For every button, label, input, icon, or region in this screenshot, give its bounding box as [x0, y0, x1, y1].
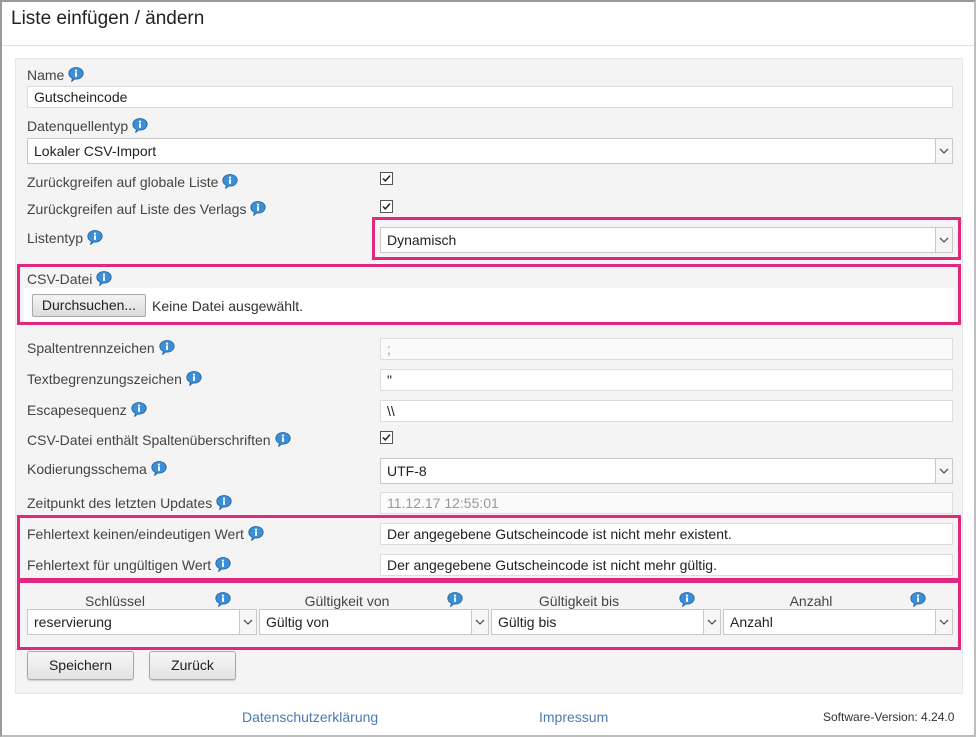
chevron-down-icon[interactable]: [471, 610, 488, 634]
back-button[interactable]: Zurück: [149, 651, 236, 680]
mapping-value-valid-from: Gültig von: [266, 614, 330, 630]
mapping-value-key: reservierung: [34, 614, 112, 630]
mapping-value-count: Anzahl: [730, 614, 773, 630]
info-bubble-icon[interactable]: [447, 592, 463, 607]
name-input[interactable]: Gutscheincode: [27, 86, 953, 108]
info-bubble-icon[interactable]: [216, 495, 232, 510]
datasource-label-row: Datenquellentyp: [27, 118, 148, 134]
text-delimiter-input[interactable]: ": [380, 369, 953, 391]
software-version: Software-Version: 4.24.0: [823, 710, 955, 724]
info-bubble-icon[interactable]: [186, 371, 202, 386]
info-bubble-icon[interactable]: [159, 340, 175, 355]
info-bubble-icon[interactable]: [274, 432, 291, 447]
info-bubble-icon[interactable]: [151, 461, 167, 476]
list-type-label: Listentyp: [27, 230, 84, 246]
error-no-unique-label-row: Fehlertext keinen/eindeutigen Wert: [27, 526, 264, 542]
mapping-header-key: Schlüssel: [85, 593, 145, 609]
mapping-select-count[interactable]: Anzahl: [723, 609, 953, 635]
name-label: Name: [27, 67, 65, 83]
info-bubble-icon[interactable]: [132, 118, 148, 133]
error-no-unique-label: Fehlertext keinen/eindeutigen Wert: [27, 526, 244, 542]
chevron-down-icon[interactable]: [935, 610, 952, 634]
mapping-header-valid-to: Gültigkeit bis: [538, 593, 620, 609]
browse-button[interactable]: Durchsuchen...: [32, 294, 146, 317]
chevron-down-icon[interactable]: [935, 228, 952, 252]
info-bubble-icon[interactable]: [248, 526, 264, 541]
list-type-label-row: Listentyp: [27, 230, 103, 246]
list-type-select[interactable]: Dynamisch: [380, 227, 953, 253]
chevron-down-icon[interactable]: [935, 459, 952, 483]
chevron-down-icon[interactable]: [703, 610, 720, 634]
fallback-global-label: Zurückgreifen auf globale Liste: [27, 174, 219, 190]
error-no-unique-input[interactable]: Der angegebene Gutscheincode ist nicht m…: [380, 523, 953, 545]
info-bubble-icon[interactable]: [215, 592, 231, 607]
info-bubble-icon[interactable]: [910, 592, 926, 607]
escape-sequence-label: Escapesequenz: [27, 402, 127, 418]
info-bubble-icon[interactable]: [679, 592, 695, 607]
last-update-label-row: Zeitpunkt des letzten Updates: [27, 495, 232, 511]
encoding-label: Kodierungsschema: [27, 461, 147, 477]
checkmark-icon: [382, 203, 391, 211]
mapping-select-key[interactable]: reservierung: [27, 609, 257, 635]
list-type-value: Dynamisch: [387, 232, 457, 248]
info-bubble-icon[interactable]: [96, 271, 112, 286]
error-invalid-label: Fehlertext für ungültigen Wert: [27, 557, 212, 573]
info-bubble-icon[interactable]: [250, 201, 267, 216]
fallback-publisher-label-row: Zurückgreifen auf Liste des Verlags: [27, 201, 267, 217]
info-bubble-icon[interactable]: [215, 557, 231, 572]
last-update-label: Zeitpunkt des letzten Updates: [27, 495, 213, 511]
save-button[interactable]: Speichern: [27, 651, 134, 680]
checkmark-icon: [382, 434, 391, 442]
info-bubble-icon[interactable]: [68, 67, 84, 82]
info-bubble-icon[interactable]: [87, 230, 103, 245]
privacy-link[interactable]: Datenschutzerklärung: [242, 709, 378, 725]
error-invalid-label-row: Fehlertext für ungültigen Wert: [27, 557, 231, 573]
csv-file-label-row: CSV-Datei: [27, 271, 112, 287]
last-update-field: 11.12.17 12:55:01: [380, 492, 953, 514]
chevron-down-icon[interactable]: [239, 610, 256, 634]
encoding-label-row: Kodierungsschema: [27, 461, 167, 477]
datasource-type-label: Datenquellentyp: [27, 118, 129, 134]
mapping-value-valid-to: Gültig bis: [498, 614, 557, 630]
csv-headers-checkbox[interactable]: [380, 431, 393, 444]
csv-headers-label: CSV-Datei enthält Spaltenüberschriften: [27, 432, 271, 448]
fallback-publisher-label: Zurückgreifen auf Liste des Verlags: [27, 201, 247, 217]
name-label-row: Name: [27, 67, 84, 83]
datasource-type-select[interactable]: Lokaler CSV-Import: [27, 138, 953, 164]
datasource-type-value: Lokaler CSV-Import: [34, 143, 157, 159]
info-bubble-icon[interactable]: [222, 174, 239, 189]
encoding-value: UTF-8: [387, 463, 427, 479]
mapping-select-valid-from[interactable]: Gültig von: [259, 609, 489, 635]
column-separator-input[interactable]: ;: [380, 338, 953, 360]
text-delimiter-label-row: Textbegrenzungszeichen: [27, 371, 202, 387]
imprint-link[interactable]: Impressum: [539, 709, 608, 725]
encoding-select[interactable]: UTF-8: [380, 458, 953, 484]
column-separator-label-row: Spaltentrennzeichen: [27, 340, 175, 356]
file-input[interactable]: Durchsuchen... Keine Datei ausgewählt.: [24, 288, 954, 321]
fallback-publisher-checkbox[interactable]: [380, 200, 393, 213]
column-separator-label: Spaltentrennzeichen: [27, 340, 155, 356]
error-invalid-input[interactable]: Der angegebene Gutscheincode ist nicht m…: [380, 554, 953, 576]
text-delimiter-label: Textbegrenzungszeichen: [27, 371, 182, 387]
escape-sequence-input[interactable]: \\: [380, 400, 953, 422]
title-bar: Liste einfügen / ändern: [2, 2, 974, 46]
checkmark-icon: [382, 175, 391, 183]
fallback-global-checkbox[interactable]: [380, 172, 393, 185]
csv-headers-label-row: CSV-Datei enthält Spaltenüberschriften: [27, 432, 291, 448]
chevron-down-icon[interactable]: [935, 139, 952, 163]
mapping-header-valid-from: Gültigkeit von: [304, 593, 390, 609]
mapping-header-count: Anzahl: [789, 593, 833, 609]
fallback-global-label-row: Zurückgreifen auf globale Liste: [27, 174, 239, 190]
file-status: Keine Datei ausgewählt.: [152, 298, 303, 314]
mapping-select-valid-to[interactable]: Gültig bis: [491, 609, 721, 635]
csv-file-label: CSV-Datei: [27, 271, 93, 287]
page-title: Liste einfügen / ändern: [11, 8, 205, 29]
escape-sequence-label-row: Escapesequenz: [27, 402, 147, 418]
info-bubble-icon[interactable]: [131, 402, 147, 417]
